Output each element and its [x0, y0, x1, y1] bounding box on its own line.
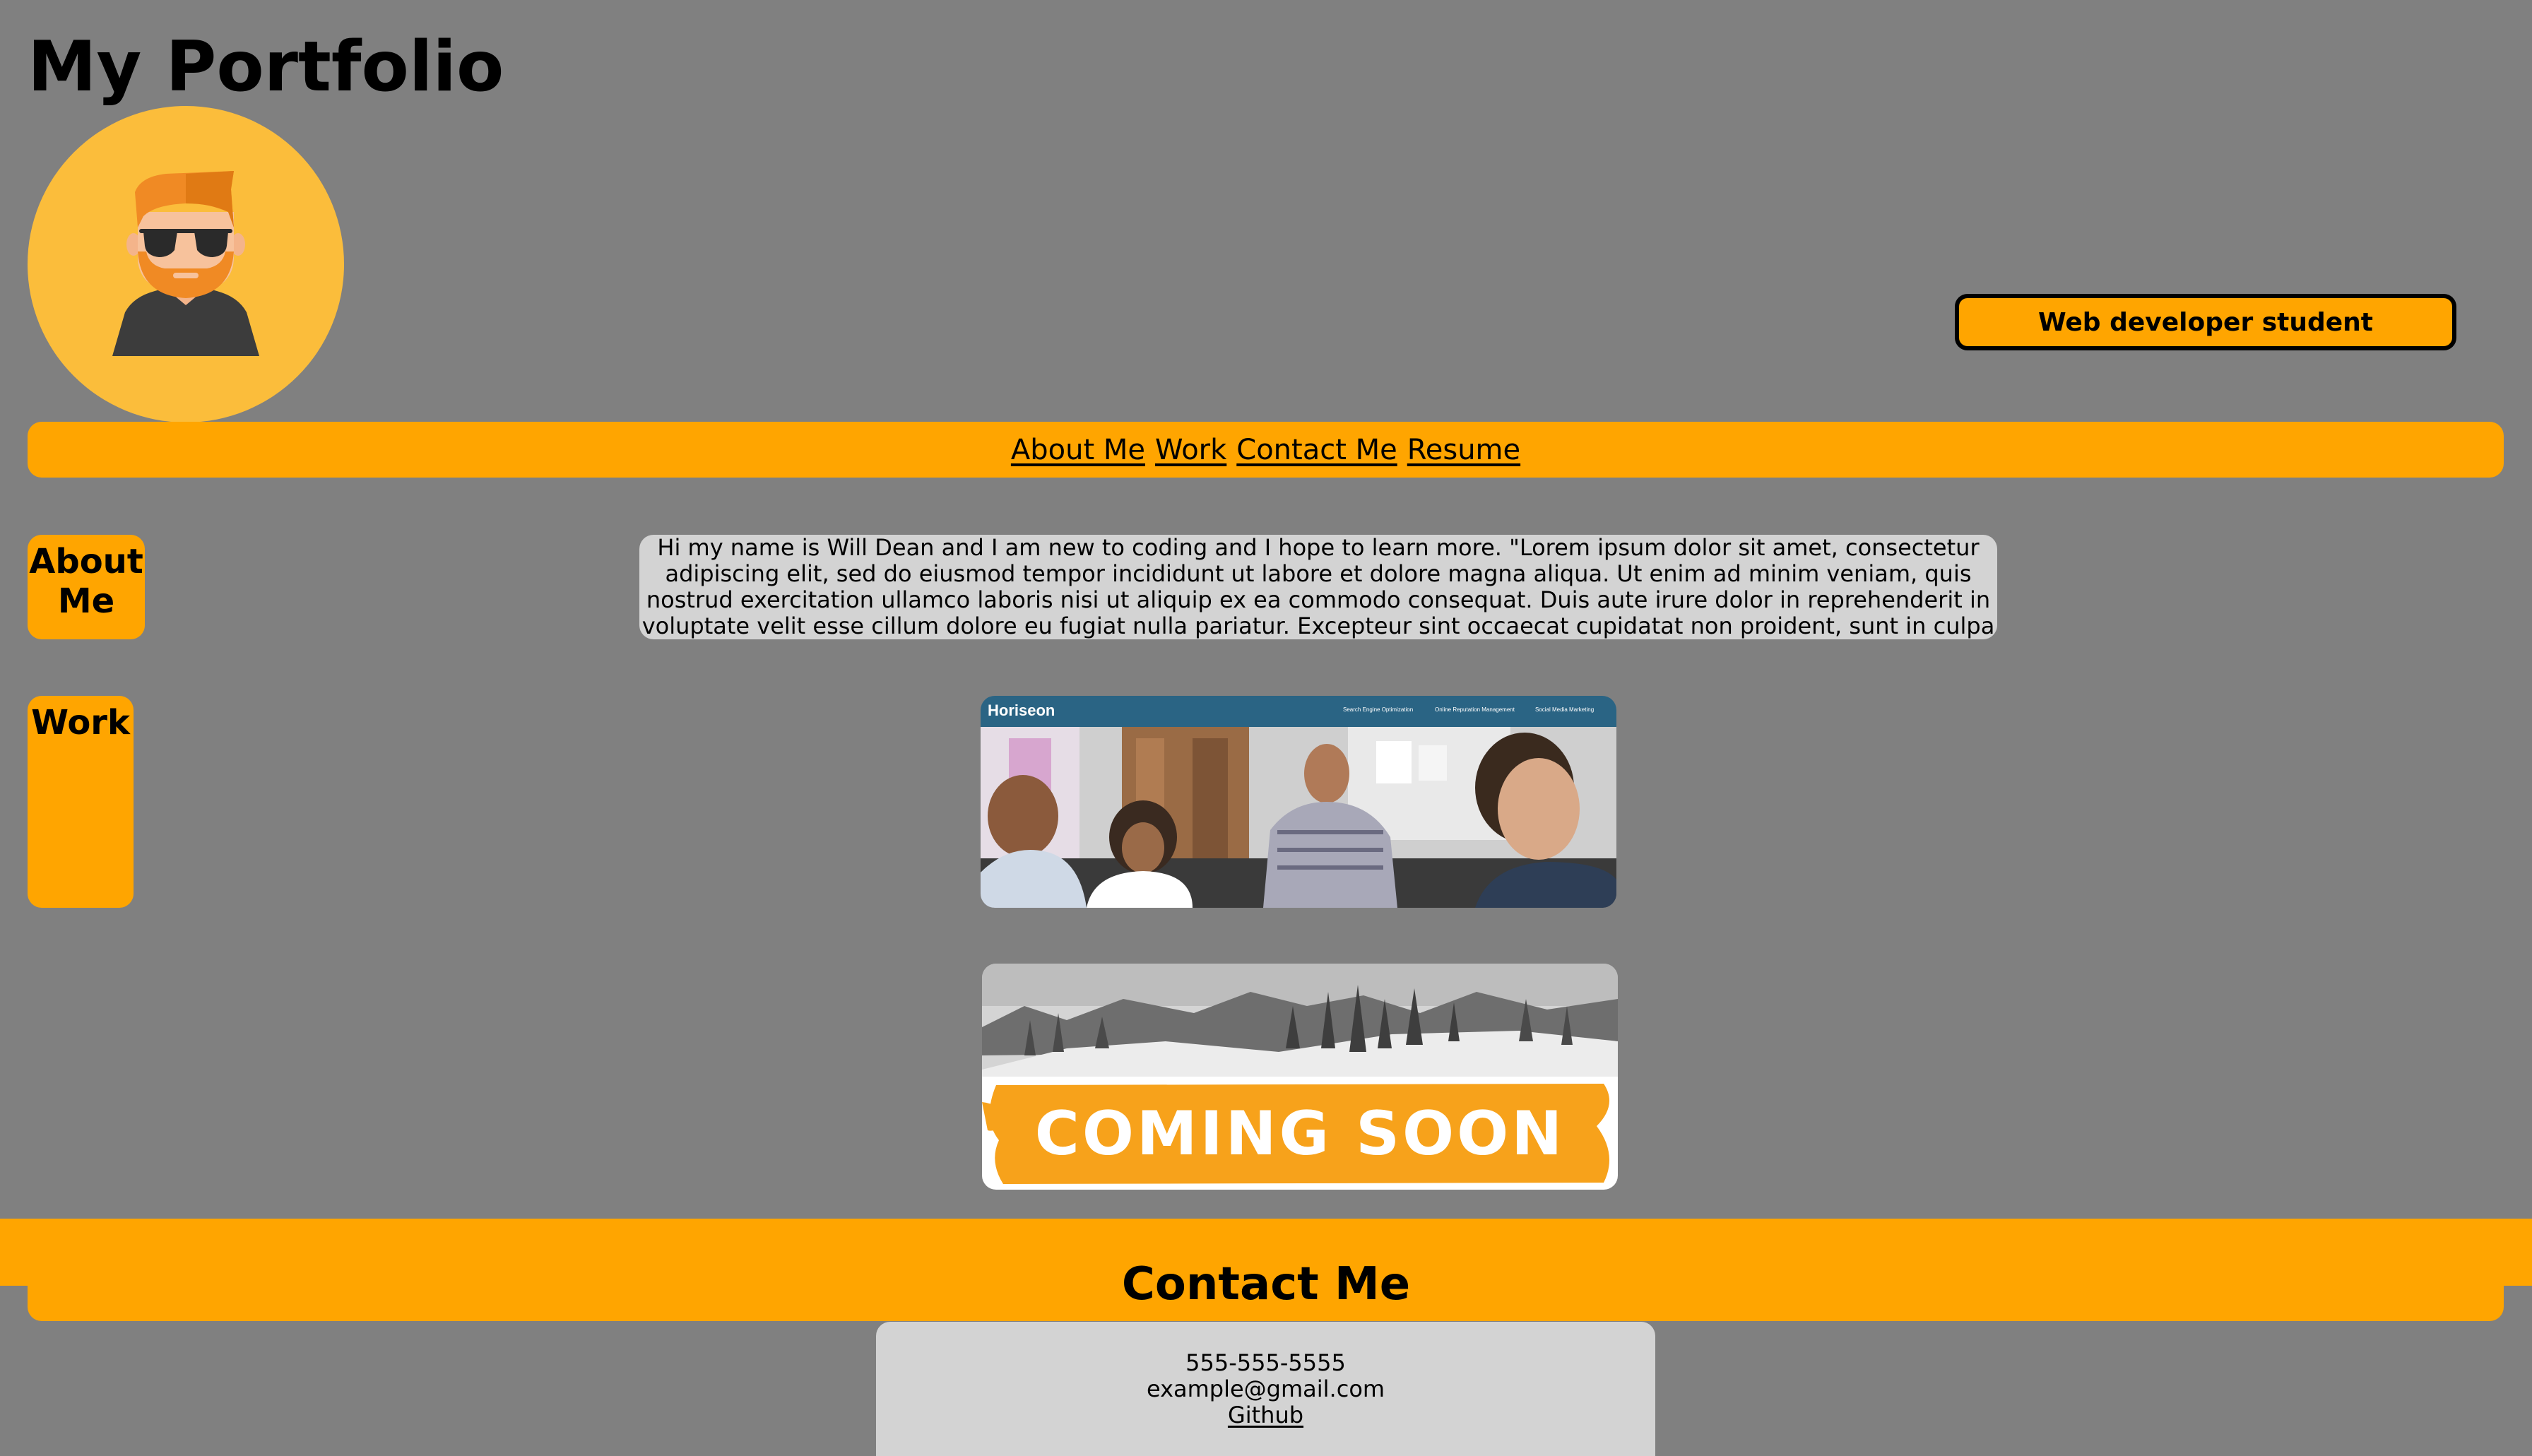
coming-soon-banner-text: COMING SOON [1035, 1099, 1565, 1169]
about-me-text: Hi my name is Will Dean and I am new to … [639, 535, 1997, 639]
horiseon-nav-2: Online Reputation Management [1435, 706, 1515, 713]
main-nav: About Me Work Contact Me Resume [28, 422, 2504, 478]
horiseon-brand: Horiseon [988, 702, 1055, 719]
nav-link-work[interactable]: Work [1155, 434, 1226, 466]
github-link[interactable]: Github [876, 1402, 1655, 1428]
avatar [28, 106, 344, 422]
contact-heading: Contact Me [1121, 1258, 1411, 1310]
contact-details: 555-555-5555 example@gmail.com Github [876, 1322, 1655, 1456]
contact-phone: 555-555-5555 [1185, 1349, 1346, 1376]
page-title: My Portfolio [28, 27, 504, 107]
horiseon-nav-1: Search Engine Optimization [1343, 706, 1413, 713]
nav-link-contact-me[interactable]: Contact Me [1236, 434, 1397, 466]
role-badge: Web developer student [1955, 294, 2456, 350]
person-with-sunglasses-icon [112, 171, 259, 356]
nav-link-about-me[interactable]: About Me [1011, 434, 1145, 466]
contact-email: example@gmail.com [1146, 1375, 1385, 1402]
work-label: Work [28, 696, 134, 908]
project-horiseon-screenshot[interactable]: Horiseon Search Engine Optimization Onli… [981, 696, 1616, 908]
about-me-label: About Me [28, 535, 145, 639]
nav-link-resume[interactable]: Resume [1407, 434, 1520, 466]
horiseon-nav-3: Social Media Marketing [1535, 706, 1594, 713]
project-coming-soon[interactable]: COMING SOON [982, 964, 1618, 1190]
